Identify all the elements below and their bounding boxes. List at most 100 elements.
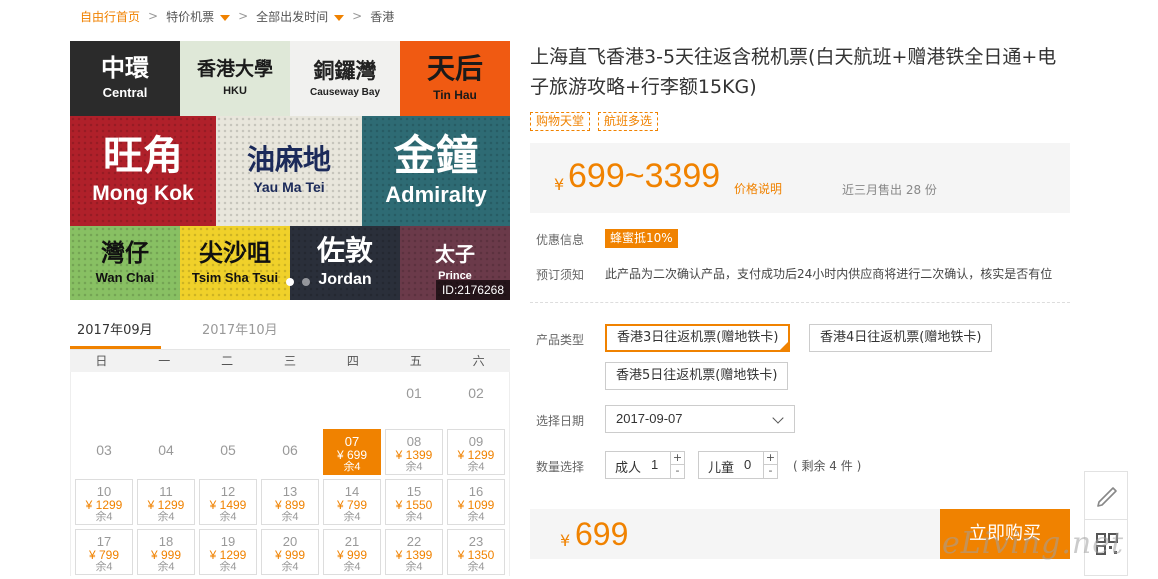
date-select[interactable]: 2017-09-07	[605, 405, 795, 433]
adult-quantity-stepper[interactable]: 成人 1 + -	[605, 451, 685, 479]
product-image[interactable]: 中環 Central 香港大學 HKU 銅鑼灣 Causeway Bay 天后 Tin Hau…	[70, 41, 510, 300]
day-price: ¥ 1099	[457, 498, 495, 512]
date-label: 选择日期	[536, 414, 585, 428]
day-number: 07	[344, 434, 360, 449]
day-number: 05	[220, 442, 236, 458]
station-name-english: Tsim Sha Tsui	[191, 269, 279, 285]
sales-count: 近三月售出 28 份	[842, 183, 937, 197]
station-name-chinese: 灣仔	[101, 237, 149, 267]
breadcrumb-departure-dropdown[interactable]: 全部出发时间	[256, 8, 345, 25]
day-number: 01	[406, 385, 422, 401]
type-option-4day[interactable]: 香港4日往返机票(赠地铁卡)	[809, 324, 993, 352]
breadcrumb-destination: 香港	[370, 9, 395, 24]
breadcrumb-category-dropdown[interactable]: 特价机票	[166, 8, 231, 25]
calendar-day[interactable]: 12 ¥ 1499 余4	[199, 479, 257, 525]
discount-badge: 蜂蜜抵10%	[605, 229, 678, 248]
day-remaining: 余4	[95, 561, 113, 573]
tab-month-september[interactable]: 2017年09月	[70, 321, 161, 349]
day-price: ¥ 1299	[209, 548, 247, 562]
calendar-day[interactable]: 17 ¥ 799 余4	[75, 529, 133, 575]
calendar-day-unavailable: 01	[385, 372, 443, 418]
day-price: ¥ 799	[336, 498, 368, 512]
type-option-3day[interactable]: 香港3日往返机票(赠地铁卡)	[605, 324, 791, 352]
type-option-label: 香港3日往返机票(赠地铁卡)	[617, 330, 779, 345]
price-panel: ¥ 699~3399 价格说明 近三月售出 28 份	[530, 143, 1070, 213]
calendar-day[interactable]: 14 ¥ 799 余4	[323, 479, 381, 525]
notice-label: 预订须知	[536, 268, 585, 282]
calendar-day[interactable]: 13 ¥ 899 余4	[261, 479, 319, 525]
carousel-dot-active[interactable]	[286, 278, 294, 286]
day-number: 10	[96, 484, 112, 499]
day-number: 13	[282, 484, 298, 499]
calendar-day[interactable]: 11 ¥ 1299 余4	[137, 479, 195, 525]
caret-down-icon	[334, 14, 345, 21]
day-remaining: 余4	[219, 561, 237, 573]
calendar-day[interactable]: 21 ¥ 999 余4	[323, 529, 381, 575]
type-option-5day[interactable]: 香港5日往返机票(赠地铁卡)	[605, 362, 789, 390]
child-label: 儿童	[708, 461, 735, 476]
carousel-dot[interactable]	[302, 278, 310, 286]
adult-count[interactable]: 1	[651, 457, 658, 472]
station-sign-tile: 尖沙咀 Tsim Sha Tsui	[180, 226, 290, 300]
day-remaining: 余4	[405, 511, 423, 523]
day-price: ¥ 1299	[457, 448, 495, 462]
station-name-chinese: 銅鑼灣	[313, 57, 377, 83]
station-name-english: Yau Ma Tei	[253, 179, 325, 196]
child-count[interactable]: 0	[744, 457, 751, 472]
currency-symbol: ¥	[560, 531, 571, 550]
station-name-english: Tin Hau	[433, 87, 477, 102]
day-price: ¥ 1499	[209, 498, 247, 512]
minus-icon[interactable]: -	[671, 465, 684, 478]
day-number: 16	[468, 484, 484, 499]
station-sign-tile: 金鐘 Admiralty	[362, 116, 510, 226]
divider	[530, 302, 1070, 303]
day-price: ¥ 799	[88, 548, 120, 562]
station-sign-tile: 灣仔 Wan Chai	[70, 226, 180, 300]
breadcrumb-home-link[interactable]: 自由行首页	[80, 8, 140, 25]
calendar-day[interactable]: 08 ¥ 1399 余4	[385, 429, 443, 475]
tag-shopping: 购物天堂	[530, 112, 591, 131]
calendar-day-unavailable: 05	[199, 429, 257, 475]
day-number: 04	[158, 442, 174, 458]
calendar-day[interactable]: 19 ¥ 1299 余4	[199, 529, 257, 575]
calendar-day-unavailable: 04	[137, 429, 195, 475]
tab-month-october[interactable]: 2017年10月	[202, 321, 278, 349]
minus-icon[interactable]: -	[764, 465, 777, 478]
stepper-buttons: + -	[670, 452, 684, 478]
tag-flights: 航班多选	[598, 112, 659, 131]
calendar-day[interactable]: 23 ¥ 1350 余4	[447, 529, 505, 575]
day-number: 06	[282, 442, 298, 458]
breadcrumb-category-label: 特价机票	[166, 9, 215, 24]
month-tabs: 2017年09月 2017年10月	[70, 318, 510, 350]
station-name-english: Jordan	[318, 271, 372, 289]
day-number: 20	[282, 534, 298, 549]
calendar-day[interactable]: 10 ¥ 1299 余4	[75, 479, 133, 525]
day-remaining: 余4	[157, 561, 175, 573]
child-quantity-stepper[interactable]: 儿童 0 + -	[698, 451, 778, 479]
station-sign-tile: 中環 Central	[70, 41, 180, 116]
calendar-day[interactable]: 09 ¥ 1299 余4	[447, 429, 505, 475]
price-explain-link[interactable]: 价格说明	[734, 180, 782, 197]
breadcrumb: 自由行首页 > 特价机票 > 全部出发时间 > 香港	[80, 8, 394, 24]
chevron-down-icon	[772, 412, 784, 424]
day-price: ¥ 1350	[457, 548, 495, 562]
day-remaining: 余4	[405, 461, 423, 473]
price-calendar: 01 02 03 04 05 06 07 ¥ 699 余4 08 ¥ 1399 余4 09 ¥ 1299 余…	[70, 372, 510, 576]
calendar-day[interactable]: 15 ¥ 1550 余4	[385, 479, 443, 525]
day-number: 09	[468, 434, 484, 449]
station-name-english: HKU	[223, 84, 247, 97]
calendar-day[interactable]: 22 ¥ 1399 余4	[385, 529, 443, 575]
day-price: ¥ 1299	[147, 498, 185, 512]
station-name-chinese: 太子	[435, 241, 475, 266]
station-sign-tile: 旺角 Mong Kok	[70, 116, 216, 226]
caret-down-icon	[220, 14, 231, 21]
day-number: 14	[344, 484, 360, 499]
calendar-day[interactable]: 20 ¥ 999 余4	[261, 529, 319, 575]
station-sign-tile: 油麻地 Yau Ma Tei	[216, 116, 362, 226]
feedback-button[interactable]	[1085, 472, 1127, 520]
day-remaining: 余4	[405, 561, 423, 573]
day-remaining: 余4	[281, 561, 299, 573]
calendar-day[interactable]: 16 ¥ 1099 余4	[447, 479, 505, 525]
calendar-day-selected[interactable]: 07 ¥ 699 余4	[323, 429, 381, 475]
calendar-day[interactable]: 18 ¥ 999 余4	[137, 529, 195, 575]
